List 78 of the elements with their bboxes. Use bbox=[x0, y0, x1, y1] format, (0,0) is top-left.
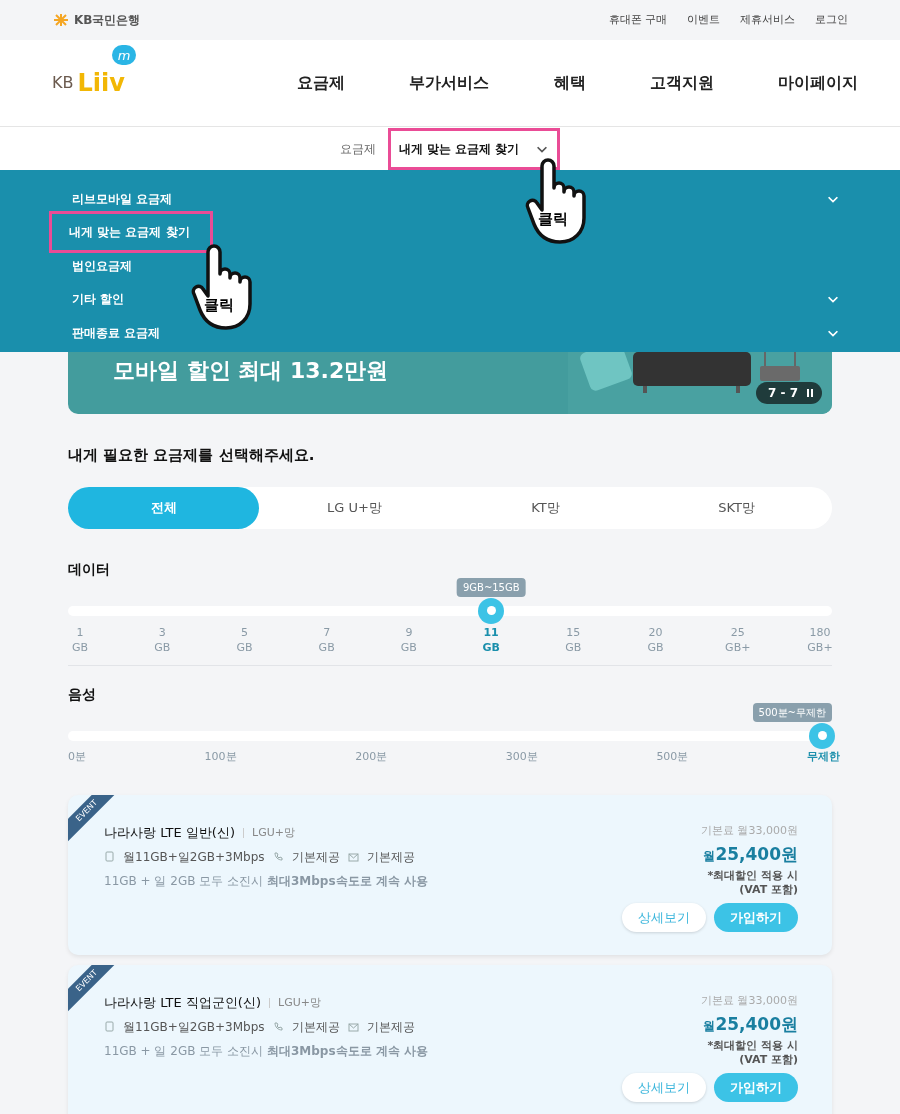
phone-icon bbox=[272, 1021, 284, 1032]
tick-label: 1 GB bbox=[70, 624, 90, 655]
voice-allowance: 기본제공 bbox=[291, 848, 340, 866]
tick-label: 500분 bbox=[656, 748, 689, 765]
filter-title: 음성 bbox=[68, 684, 97, 704]
bank-logo[interactable]: KB국민은행 bbox=[74, 11, 141, 29]
sms-allowance: 기본제공 bbox=[366, 848, 415, 866]
data-allowance: 월11GB+일2GB+3Mbps bbox=[123, 848, 265, 866]
nav-link[interactable]: 혜택 bbox=[553, 71, 586, 95]
tick-label: 11 GB bbox=[481, 624, 501, 655]
banner-headline: 모바일 할인 최대 13.2만원 bbox=[113, 357, 389, 385]
tick-label: 9 GB bbox=[399, 624, 418, 655]
tick-label: 100분 bbox=[204, 748, 237, 765]
top-link[interactable]: 로그인 bbox=[815, 11, 848, 29]
pause-icon bbox=[806, 388, 814, 398]
phone-icon bbox=[272, 851, 284, 862]
base-price: 기본료 월33,000원 bbox=[701, 823, 798, 839]
filter-title: 데이터 bbox=[68, 559, 111, 579]
nav-link[interactable]: 마이페이지 bbox=[778, 71, 858, 95]
network-tab[interactable]: SKT망 bbox=[641, 486, 832, 529]
tick-label: 0분 bbox=[68, 748, 86, 765]
nav-link[interactable]: 고객지원 bbox=[649, 71, 714, 95]
price-unit: 월 bbox=[703, 1017, 716, 1035]
tick-label: 무제한 bbox=[806, 748, 840, 765]
logo-name: Liiv bbox=[77, 71, 125, 95]
slider-thumb[interactable] bbox=[809, 722, 835, 749]
plan-price: 25,400원 bbox=[715, 842, 798, 866]
network-label: LGU+망 bbox=[252, 824, 295, 841]
discount-note: *최대할인 적용 시 bbox=[707, 869, 798, 883]
base-price: 기본료 월33,000원 bbox=[701, 993, 798, 1009]
tick-label: 300분 bbox=[505, 748, 538, 765]
network-tab[interactable]: KT망 bbox=[450, 486, 641, 529]
plan-note: 11GB + 일 2GB 모두 소진시 최대3Mbps속도로 계속 사용 bbox=[104, 872, 428, 890]
slider-thumb[interactable] bbox=[478, 597, 505, 624]
tick-label: 180 GB+ bbox=[807, 624, 832, 655]
promo-banner[interactable]: 모바일 할인 최대 13.2만원 7 - 7 bbox=[68, 352, 832, 414]
network-tab[interactable]: LG U+망 bbox=[259, 486, 450, 529]
star-logo-icon bbox=[52, 13, 70, 27]
pointing-hand-icon bbox=[190, 244, 252, 330]
tick-label: 25 GB+ bbox=[725, 624, 750, 655]
price-unit: 월 bbox=[703, 847, 716, 865]
tick-label: 20 GB bbox=[646, 624, 665, 655]
breadcrumb-section: 요금제 bbox=[339, 139, 376, 158]
range-tooltip: 500분~무제한 bbox=[752, 702, 832, 722]
network-label: LGU+망 bbox=[278, 994, 321, 1011]
top-link[interactable]: 휴대폰 구매 bbox=[608, 11, 667, 29]
plan-price: 25,400원 bbox=[715, 1012, 798, 1036]
vat-note: (VAT 포함) bbox=[739, 1053, 798, 1067]
tick-label: 7 GB bbox=[317, 624, 336, 655]
sms-allowance: 기본제공 bbox=[366, 1018, 415, 1036]
menu-item[interactable]: 내게 맞는 요금제 찾기 bbox=[49, 211, 213, 254]
range-tooltip: 9GB~15GB bbox=[456, 577, 526, 597]
sim-icon bbox=[104, 1021, 115, 1032]
logo-prefix: KB bbox=[52, 72, 74, 94]
tick-label: 200분 bbox=[355, 748, 388, 765]
section-prompt: 내게 필요한 요금제를 선택해주세요. bbox=[68, 445, 316, 466]
section-dropdown[interactable]: 내게 맞는 요금제 찾기 bbox=[387, 127, 561, 170]
tick-label: 5 GB bbox=[235, 624, 254, 655]
plan-name: 나라사랑 LTE 직업군인(신) bbox=[104, 994, 261, 1012]
logo-badge: m bbox=[112, 45, 136, 65]
tick-label: 3 GB bbox=[153, 624, 172, 655]
plan-note: 11GB + 일 2GB 모두 소진시 최대3Mbps속도로 계속 사용 bbox=[104, 1042, 428, 1060]
top-link[interactable]: 이벤트 bbox=[687, 11, 720, 29]
slide-counter[interactable]: 7 - 7 bbox=[755, 382, 822, 404]
voice-allowance: 기본제공 bbox=[291, 1018, 340, 1036]
discount-note: *최대할인 적용 시 bbox=[707, 1039, 798, 1053]
envelope-icon bbox=[347, 851, 359, 862]
tick-label: 15 GB bbox=[564, 624, 583, 655]
nav-link[interactable]: 요금제 bbox=[297, 71, 345, 95]
nav-link[interactable]: 부가서비스 bbox=[409, 71, 490, 95]
data-allowance: 월11GB+일2GB+3Mbps bbox=[123, 1018, 265, 1036]
click-label: 클릭 bbox=[538, 209, 568, 230]
click-label: 클릭 bbox=[204, 295, 234, 316]
top-link[interactable]: 제휴서비스 bbox=[740, 11, 795, 29]
envelope-icon bbox=[347, 1021, 359, 1032]
sim-icon bbox=[104, 851, 115, 862]
plan-name: 나라사랑 LTE 일반(신) bbox=[104, 824, 235, 842]
vat-note: (VAT 포함) bbox=[739, 883, 798, 897]
